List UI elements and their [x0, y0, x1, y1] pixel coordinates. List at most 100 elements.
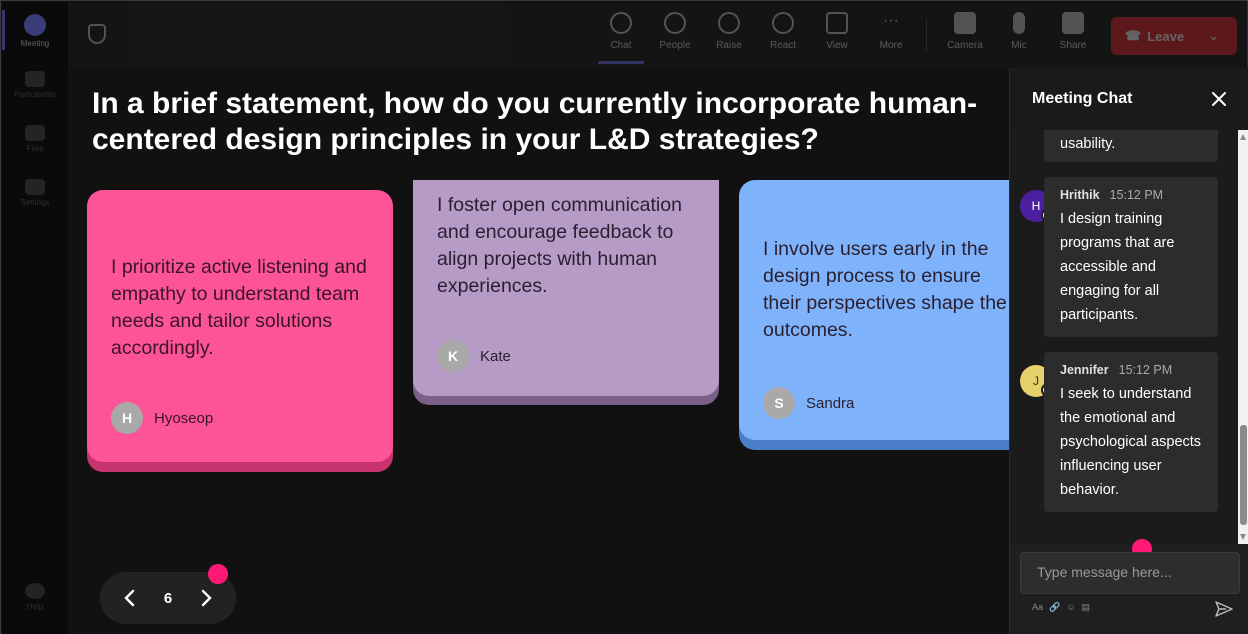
view-icon	[826, 12, 848, 34]
rail-item-label: Help	[26, 602, 44, 611]
toolbar-camera-button[interactable]: Camera	[940, 12, 990, 60]
camera-icon	[954, 12, 976, 34]
leave-label: Leave	[1147, 28, 1185, 44]
rail-item-settings[interactable]: Settings	[2, 166, 68, 220]
rail-item-meeting[interactable]: Meeting	[2, 4, 68, 58]
chat-message: Hrithik 15:12 PM I design training progra…	[1044, 177, 1218, 337]
chat-scrollbar[interactable]	[1238, 130, 1248, 544]
toolbar-view-button[interactable]: View	[812, 12, 862, 60]
chevron-down-icon[interactable]: ⌄	[1208, 28, 1219, 44]
message-text: usability.	[1060, 136, 1116, 152]
response-card[interactable]: I involve users early in the design proc…	[739, 180, 1009, 440]
app-window: Meeting Participants Files Settings Help…	[0, 0, 1248, 634]
participants-icon	[25, 71, 45, 87]
meeting-chat-panel: Meeting Chat usability. H Hrithik 15:12 P…	[1009, 68, 1248, 634]
toolbar-label: People	[659, 40, 691, 51]
toolbar-label: React	[769, 40, 797, 51]
close-icon[interactable]	[1208, 88, 1230, 110]
message-meta: Jennifer 15:12 PM	[1060, 362, 1202, 378]
message-meta: Hrithik 15:12 PM	[1060, 187, 1202, 203]
rail-item-help[interactable]: Help	[2, 570, 68, 624]
toolbar-label: View	[826, 40, 848, 51]
response-text: I involve users early in the design proc…	[763, 180, 1007, 344]
chat-icon	[610, 12, 632, 34]
toolbar-people-button[interactable]: People	[650, 12, 700, 60]
avatar: K	[437, 340, 469, 372]
meeting-toolbar: Chat People Raise React View ··· More Ca…	[68, 2, 1248, 68]
next-page-button[interactable]	[192, 584, 220, 612]
toolbar-share-button[interactable]: Share	[1048, 12, 1098, 60]
author-name: Sandra	[806, 394, 855, 412]
toolbar-label: Raise	[716, 40, 742, 51]
message-time: 15:12 PM	[1109, 188, 1164, 202]
toolbar-divider	[926, 18, 927, 52]
gif-icon[interactable]: ▤	[1081, 602, 1090, 613]
scroll-up-icon[interactable]	[1240, 134, 1246, 140]
previous-page-button[interactable]	[116, 584, 144, 612]
people-icon	[664, 12, 686, 34]
format-text-icon[interactable]: Aa	[1032, 602, 1043, 613]
poll-stage: In a brief statement, how do you current…	[68, 68, 1009, 634]
left-rail: Meeting Participants Files Settings Help	[2, 2, 68, 634]
avatar: S	[763, 387, 795, 419]
toolbar-label: Share	[1059, 40, 1087, 51]
response-author: K Kate	[437, 340, 511, 372]
chevron-left-icon	[124, 589, 135, 607]
settings-icon	[25, 179, 45, 195]
message-text: I design training programs that are acce…	[1060, 211, 1175, 323]
response-line: I involve users early in the	[763, 238, 989, 260]
author-name: Hyoseop	[154, 409, 214, 427]
sender-name: Jennifer	[1060, 363, 1109, 377]
toolbar-label: Chat	[610, 40, 632, 51]
more-icon: ···	[883, 12, 899, 29]
send-icon[interactable]	[1214, 599, 1234, 619]
avatar: H	[111, 402, 143, 434]
attach-icon[interactable]: 🔗	[1049, 602, 1060, 613]
leave-button[interactable]: ☎ Leave ⌄	[1111, 17, 1237, 55]
rail-item-label: Settings	[20, 198, 50, 207]
toolbar-chat-button[interactable]: Chat	[596, 12, 646, 64]
toolbar-react-button[interactable]: React	[758, 12, 808, 60]
toolbar-more-button[interactable]: ··· More	[866, 12, 916, 60]
phone-icon: ☎	[1125, 28, 1142, 43]
message-text: I seek to understand the emotional and p…	[1060, 386, 1202, 498]
response-line: design process to ensure	[763, 265, 981, 287]
raise-hand-icon	[718, 12, 740, 34]
response-card[interactable]: I prioritize active listening and empath…	[87, 190, 393, 462]
chevron-right-icon	[201, 589, 212, 607]
rail-item-participants[interactable]: Participants	[2, 58, 68, 112]
toolbar-label: Mic	[1011, 40, 1027, 51]
chat-messages: usability. H Hrithik 15:12 PM I design tr…	[1010, 130, 1238, 544]
rail-item-label: Participants	[14, 90, 56, 99]
response-card[interactable]: I foster open communication and encourag…	[413, 180, 719, 396]
page-number: 6	[163, 589, 173, 607]
react-icon	[772, 12, 794, 34]
rail-item-files[interactable]: Files	[2, 112, 68, 166]
poll-question: In a brief statement, how do you current…	[92, 87, 978, 156]
help-icon	[25, 583, 45, 599]
chat-message: usability.	[1044, 130, 1218, 162]
chat-format-toolbar: Aa 🔗 ☺ ▤	[1032, 602, 1090, 613]
rail-item-label: Files	[26, 144, 44, 153]
toolbar-label: More	[879, 40, 903, 51]
mic-icon	[1013, 12, 1025, 34]
message-time: 15:12 PM	[1118, 363, 1173, 377]
chat-message-input[interactable]: Type message here...	[1020, 552, 1240, 594]
files-icon	[25, 125, 45, 141]
share-icon	[1062, 12, 1084, 34]
response-author: H Hyoseop	[111, 402, 213, 434]
sender-name: Hrithik	[1060, 188, 1100, 202]
response-line: their perspectives shape the	[763, 292, 1007, 314]
chat-header: Meeting Chat	[1010, 68, 1248, 130]
chat-message: Jennifer 15:12 PM I seek to understand th…	[1044, 352, 1218, 512]
response-text: I foster open communication and encourag…	[437, 194, 682, 297]
emoji-icon[interactable]: ☺	[1066, 602, 1075, 613]
shield-icon[interactable]	[88, 24, 106, 44]
toolbar-raise-button[interactable]: Raise	[704, 12, 754, 60]
toolbar-mic-button[interactable]: Mic	[994, 12, 1044, 60]
rail-item-label: Meeting	[20, 39, 50, 48]
toolbar-label: Camera	[947, 40, 983, 51]
scroll-thumb[interactable]	[1240, 425, 1247, 525]
scroll-down-icon[interactable]	[1240, 534, 1246, 540]
response-line: outcomes.	[763, 319, 853, 341]
